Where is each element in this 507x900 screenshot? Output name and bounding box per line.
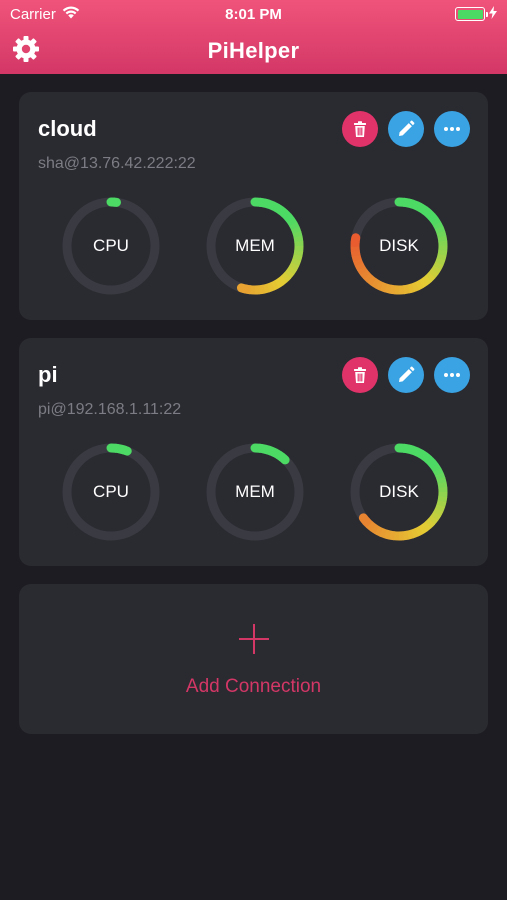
connection-host: pi@192.168.1.11:22 (38, 401, 182, 418)
card-actions (342, 357, 470, 393)
cpu-gauge: CPU (61, 196, 161, 296)
charging-icon (489, 5, 497, 23)
carrier-label: Carrier (10, 5, 56, 23)
trash-icon (351, 120, 369, 138)
plus-icon (237, 622, 271, 656)
gauge-label: DISK (379, 482, 419, 501)
settings-button[interactable] (10, 35, 42, 67)
pencil-icon (397, 120, 415, 138)
page-title: PiHelper (207, 38, 300, 63)
connection-card[interactable]: cloud sha@13.76.42.222:22 CPU MEM DISK (19, 92, 488, 320)
cpu-gauge: CPU (61, 442, 161, 542)
edit-button[interactable] (388, 357, 424, 393)
navigation-bar: PiHelper (0, 28, 507, 74)
card-actions (342, 111, 470, 147)
delete-button[interactable] (342, 111, 378, 147)
mem-gauge: MEM (205, 196, 305, 296)
gauge-label: DISK (379, 236, 419, 255)
mem-gauge: MEM (205, 442, 305, 542)
gauge-label: MEM (235, 482, 275, 501)
connection-host: sha@13.76.42.222:22 (38, 155, 196, 172)
app-header: Carrier 8:01 PM PiHelper (0, 0, 507, 74)
disk-gauge: DISK (349, 442, 449, 542)
gauge-label: CPU (93, 236, 129, 255)
trash-icon (351, 366, 369, 384)
add-connection-label: Add Connection (185, 676, 322, 697)
connection-card[interactable]: pi pi@192.168.1.11:22 CPU MEM DISK (19, 338, 488, 566)
wifi-icon (62, 6, 80, 23)
gauge-label: CPU (93, 482, 129, 501)
gauge-label: MEM (235, 236, 275, 255)
status-bar: Carrier 8:01 PM (0, 0, 507, 28)
more-button[interactable] (434, 357, 470, 393)
battery-icon (455, 7, 488, 21)
connection-name: cloud (38, 116, 97, 141)
more-button[interactable] (434, 111, 470, 147)
disk-gauge: DISK (349, 196, 449, 296)
edit-button[interactable] (388, 111, 424, 147)
ellipsis-icon (443, 126, 461, 132)
connection-name: pi (38, 362, 58, 387)
pencil-icon (397, 366, 415, 384)
delete-button[interactable] (342, 357, 378, 393)
add-connection-button[interactable]: Add Connection (19, 584, 488, 734)
gear-icon (12, 35, 40, 68)
ellipsis-icon (443, 372, 461, 378)
